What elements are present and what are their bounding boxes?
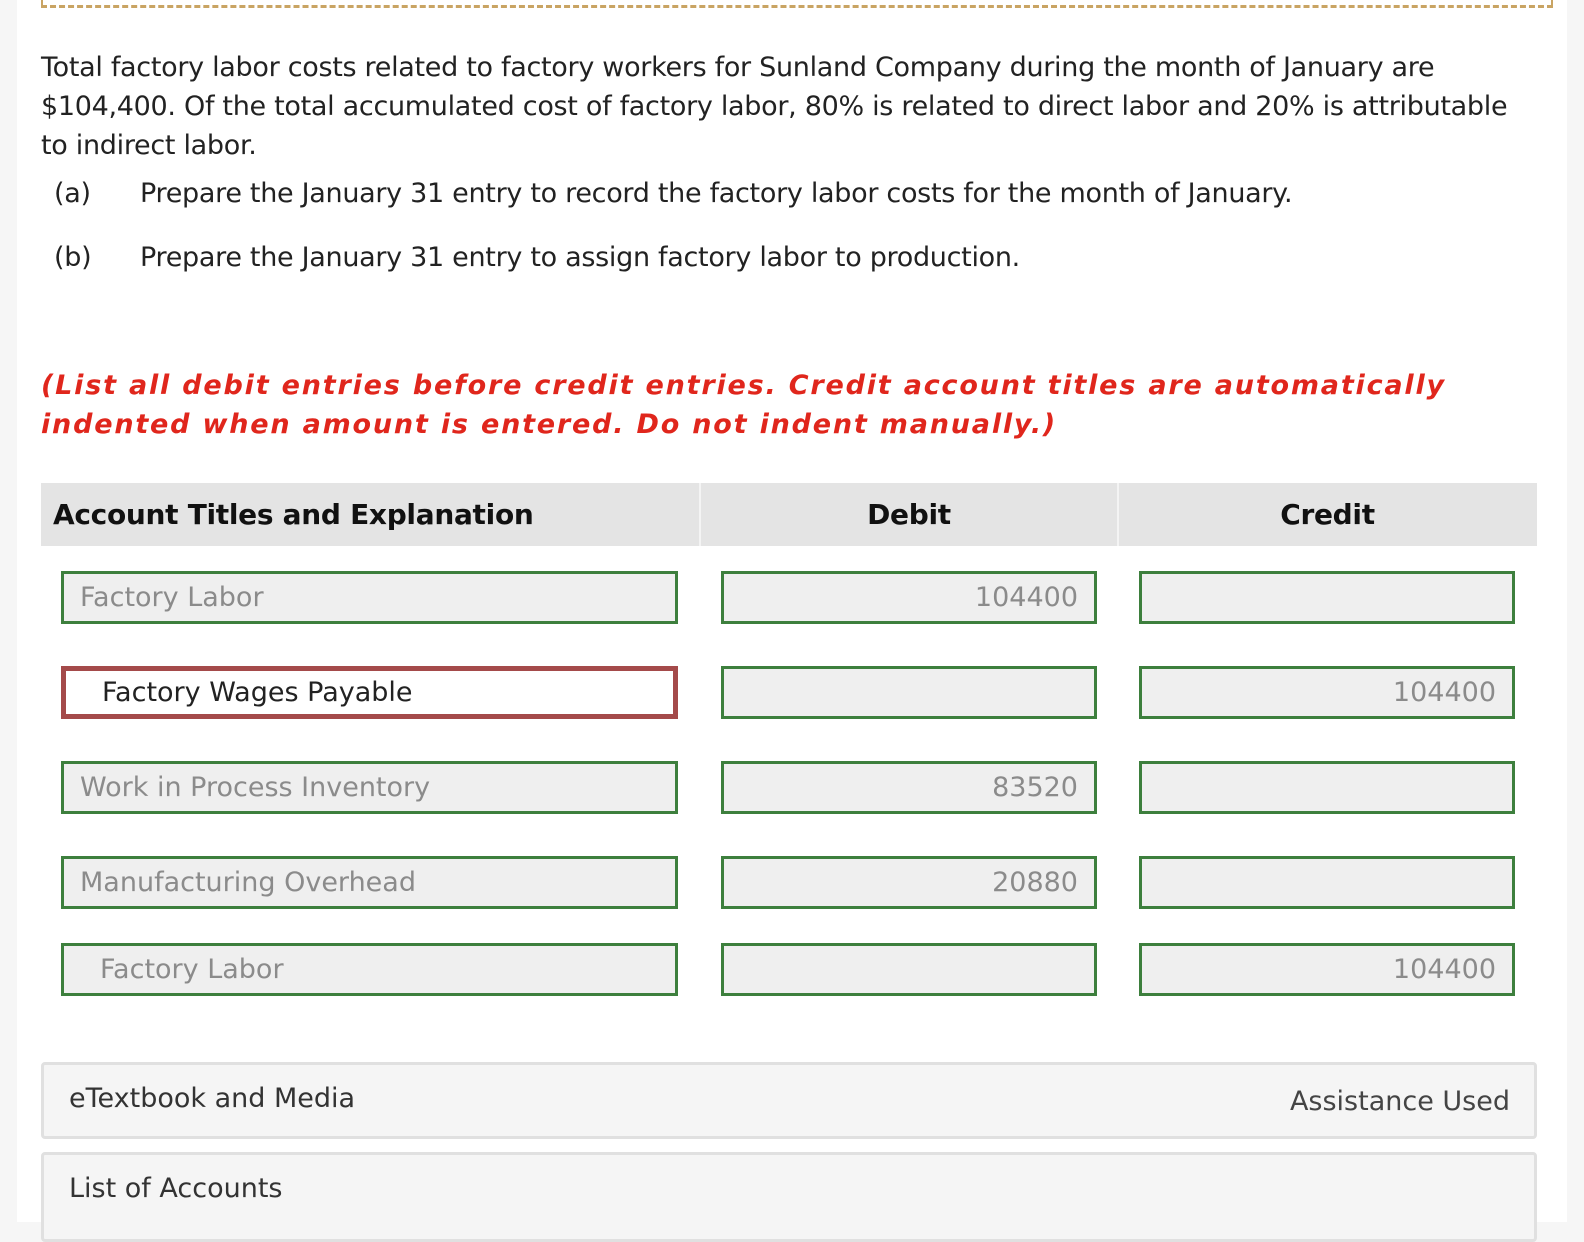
debit-field-row-4[interactable]: 20880	[721, 856, 1097, 909]
part-b: (b) Prepare the January 31 entry to assig…	[54, 242, 1020, 273]
debit-field-row-5[interactable]	[721, 943, 1097, 996]
account-field-row-1[interactable]: Factory Labor	[61, 571, 678, 624]
credit-column-header: Credit	[1280, 498, 1375, 531]
part-b-letter: (b)	[54, 242, 92, 273]
etextbook-media-panel[interactable]: eTextbook and Media Assistance Used	[41, 1062, 1537, 1139]
part-a-letter: (a)	[54, 178, 91, 209]
instruction-text: (List all debit entries before credit en…	[41, 370, 1446, 440]
credit-field-row-3[interactable]	[1139, 761, 1515, 814]
dashed-divider	[41, 0, 1553, 8]
account-field-row-2[interactable]: Factory Wages Payable	[61, 666, 678, 719]
credit-field-row-2[interactable]: 104400	[1139, 666, 1515, 719]
part-a: (a) Prepare the January 31 entry to recor…	[54, 178, 1293, 209]
account-column-header: Account Titles and Explanation	[53, 498, 534, 531]
account-field-row-3[interactable]: Work in Process Inventory	[61, 761, 678, 814]
list-of-accounts-label[interactable]: List of Accounts	[69, 1173, 282, 1204]
credit-field-row-5[interactable]: 104400	[1139, 943, 1515, 996]
journal-table-header: Account Titles and Explanation Debit Cre…	[41, 483, 1537, 546]
etextbook-media-label[interactable]: eTextbook and Media	[69, 1083, 355, 1114]
debit-field-row-2[interactable]	[721, 666, 1097, 719]
debit-field-row-1[interactable]: 104400	[721, 571, 1097, 624]
credit-field-row-1[interactable]	[1139, 571, 1515, 624]
part-a-text: Prepare the January 31 entry to record t…	[140, 178, 1293, 209]
debit-column-header: Debit	[867, 498, 951, 531]
account-field-row-4[interactable]: Manufacturing Overhead	[61, 856, 678, 909]
account-field-row-5[interactable]: Factory Labor	[61, 943, 678, 996]
credit-field-row-4[interactable]	[1139, 856, 1515, 909]
question-page: Total factory labor costs related to fac…	[17, 0, 1567, 1242]
part-b-text: Prepare the January 31 entry to assign f…	[140, 242, 1020, 273]
debit-field-row-3[interactable]: 83520	[721, 761, 1097, 814]
list-of-accounts-panel[interactable]: List of Accounts	[41, 1152, 1537, 1242]
problem-intro: Total factory labor costs related to fac…	[41, 52, 1508, 161]
assistance-used-label: Assistance Used	[1289, 1086, 1510, 1117]
